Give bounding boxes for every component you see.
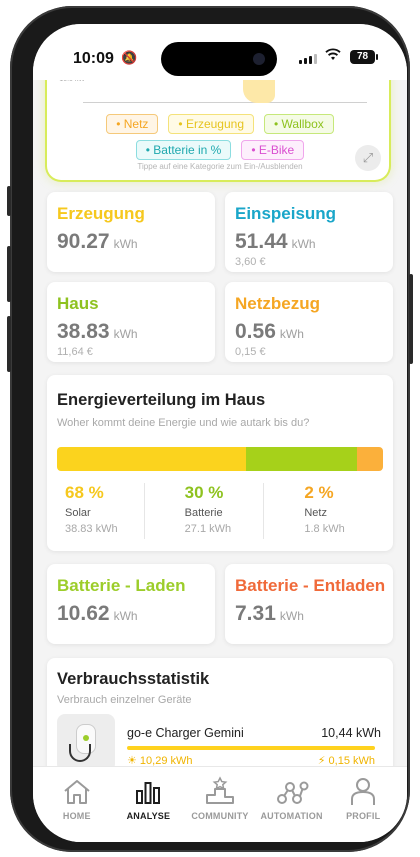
einspeisung-value: 51.44 kWh xyxy=(235,230,316,253)
device-name: go-e Charger Gemini xyxy=(127,726,244,740)
solar-kwh: 38.83 kWh xyxy=(65,523,118,535)
phone-frame: -10.0 kW • Netz • Erzeugung • Wallbox • … xyxy=(7,6,413,852)
haus-value: 38.83 kWh xyxy=(57,320,138,343)
card-erzeugung[interactable]: Erzeugung 90.27 kWh xyxy=(47,192,215,272)
wallbox-image xyxy=(57,714,115,772)
status-time: 10:09 xyxy=(73,50,114,67)
tab-profil[interactable]: PROFIL xyxy=(328,767,398,842)
chip-hint: Tippe auf eine Kategorie zum Ein-/Ausble… xyxy=(137,162,303,171)
einspeisung-title: Einspeisung xyxy=(235,204,337,223)
batterie-laden-title: Batterie - Laden xyxy=(57,576,186,595)
podium-icon xyxy=(205,776,234,804)
batterie-entladen-value: 7.31 kWh xyxy=(235,602,304,625)
device-kwh: 10,44 kWh xyxy=(321,726,381,740)
distribution-bar xyxy=(57,447,383,471)
netz-kwh: 1.8 kWh xyxy=(304,523,345,535)
battery-icon: 78 xyxy=(350,50,378,64)
chart-area-series xyxy=(243,79,275,103)
energy-distribution-card[interactable]: Energieverteilung im Haus Woher kommt de… xyxy=(47,375,393,551)
nodes-icon xyxy=(276,781,309,804)
bell-slash-icon: 🔕 xyxy=(121,50,138,65)
consumption-subtitle: Verbrauch einzelner Geräte xyxy=(57,694,192,706)
signal-icon xyxy=(299,54,317,64)
chip-ebike[interactable]: • E-Bike xyxy=(241,140,305,160)
camera-icon xyxy=(253,53,265,65)
wifi-icon xyxy=(325,47,341,65)
bar-segment-batterie xyxy=(246,447,357,471)
batterie-kwh: 27.1 kWh xyxy=(184,523,232,535)
chip-batterie[interactable]: • Batterie in % xyxy=(135,140,232,160)
tab-home[interactable]: HOME xyxy=(42,767,112,842)
haus-title: Haus xyxy=(57,294,99,313)
bar-segment-solar xyxy=(57,447,247,471)
status-bar: 10:09 🔕 78 xyxy=(33,24,407,80)
haus-cost: 11,64 € xyxy=(57,346,93,358)
tab-automation-label: AUTOMATION xyxy=(260,811,323,821)
tab-community-label: COMMUNITY xyxy=(191,811,249,821)
card-batterie-entladen[interactable]: Batterie - Entladen 7.31 kWh xyxy=(225,564,393,644)
legend-solar: 68 % Solar 38.83 kWh xyxy=(57,483,144,539)
netzbezug-value: 0.56 kWh xyxy=(235,320,304,343)
distribution-title: Energieverteilung im Haus xyxy=(57,391,266,409)
tab-profil-label: PROFIL xyxy=(346,811,381,821)
distribution-subtitle: Woher kommt deine Energie und wie autark… xyxy=(57,417,310,429)
home-icon xyxy=(64,780,90,804)
batterie-laden-value: 10.62 kWh xyxy=(57,602,138,625)
tab-analyse-label: ANALYSE xyxy=(126,811,171,821)
chart-axis-line xyxy=(83,102,367,103)
erzeugung-title: Erzeugung xyxy=(57,204,145,223)
device-usage-bar xyxy=(127,746,375,750)
batterie-entladen-title: Batterie - Entladen xyxy=(235,576,386,595)
netzbezug-title: Netzbezug xyxy=(235,294,320,313)
batterie-label: Batterie xyxy=(184,507,223,519)
bar-segment-netz xyxy=(356,447,383,471)
erzeugung-value: 90.27 kWh xyxy=(57,230,138,253)
app-screen: -10.0 kW • Netz • Erzeugung • Wallbox • … xyxy=(33,24,407,842)
einspeisung-cost: 3,60 € xyxy=(235,256,266,268)
volume-up-button xyxy=(7,246,11,302)
tab-home-label: HOME xyxy=(62,811,91,821)
batterie-percent: 30 % xyxy=(184,483,224,502)
legend-netz: 2 % Netz 1.8 kWh xyxy=(263,483,383,539)
tab-analyse[interactable]: ANALYSE xyxy=(113,767,183,842)
card-batterie-laden[interactable]: Batterie - Laden 10.62 kWh xyxy=(47,564,215,644)
legend-batterie: 30 % Batterie 27.1 kWh xyxy=(143,483,264,539)
netzbezug-cost: 0,15 € xyxy=(235,346,266,358)
consumption-title: Verbrauchsstatistik xyxy=(57,670,210,688)
netz-percent: 2 % xyxy=(304,483,334,502)
distribution-legend: 68 % Solar 38.83 kWh 30 % Batterie 27.1 … xyxy=(57,483,383,539)
mute-switch xyxy=(7,186,11,216)
chip-wallbox[interactable]: • Wallbox xyxy=(264,114,334,134)
card-netzbezug[interactable]: Netzbezug 0.56 kWh 0,15 € xyxy=(225,282,393,362)
solar-label: Solar xyxy=(65,507,91,519)
chart-icon xyxy=(136,782,161,804)
category-chips: • Netz • Erzeugung • Wallbox • Batterie … xyxy=(47,114,393,166)
dynamic-island xyxy=(161,42,277,76)
tab-automation[interactable]: AUTOMATION xyxy=(257,767,327,842)
card-einspeisung[interactable]: Einspeisung 51.44 kWh 3,60 € xyxy=(225,192,393,272)
expand-icon[interactable]: ⤢ xyxy=(355,145,381,171)
volume-down-button xyxy=(7,316,11,372)
card-haus[interactable]: Haus 38.83 kWh 11,64 € xyxy=(47,282,215,362)
chip-erzeugung[interactable]: • Erzeugung xyxy=(168,114,254,134)
netz-label: Netz xyxy=(304,507,327,519)
chip-netz[interactable]: • Netz xyxy=(106,114,159,134)
tab-community[interactable]: COMMUNITY xyxy=(185,767,255,842)
tab-bar: HOME ANALYSE COMMUNITY AUTOMATION PROFIL xyxy=(33,766,407,842)
solar-percent: 68 % xyxy=(65,483,104,502)
person-icon xyxy=(351,778,376,805)
power-button xyxy=(409,274,413,364)
